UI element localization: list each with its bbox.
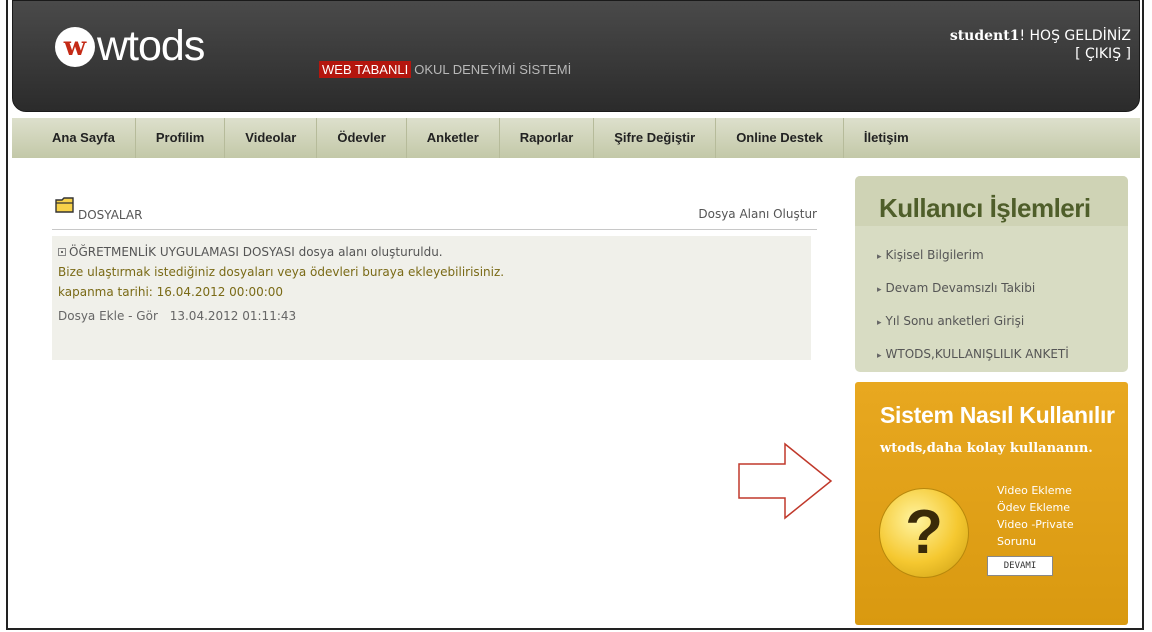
welcome-message: student1! HOŞ GELDİNİZ [950, 27, 1131, 45]
create-file-area-link[interactable]: Dosya Alanı Oluştur [698, 207, 817, 221]
file-entry-title: ÖĞRETMENLİK UYGULAMASI DOSYASI dosya ala… [69, 245, 443, 259]
user-op-usability-survey[interactable]: WTODS,KULLANIŞLILIK ANKETİ [877, 339, 1069, 372]
welcome-text: ! HOŞ GELDİNİZ [1019, 28, 1131, 44]
site-logo[interactable]: w wtods [55, 22, 205, 70]
question-mark-glyph: ? [905, 498, 943, 567]
tagline-rest: OKUL DENEYİMİ SİSTEMİ [414, 62, 572, 77]
logo-mark-icon: w [55, 26, 95, 67]
site-header: w wtods WEB TABANLI OKUL DENEYİMİ SİSTEMİ… [12, 0, 1140, 112]
nav-item-ana-sayfa[interactable]: Ana Sayfa [12, 118, 136, 158]
question-mark-icon: ? [879, 488, 969, 578]
nav-item-sifre-degistir[interactable]: Şifre Değiştir [594, 118, 717, 158]
help-link-video-ekleme[interactable]: Video Ekleme [997, 482, 1074, 499]
logo-text: wtods [97, 22, 205, 70]
nav-item-online-destek[interactable]: Online Destek [716, 118, 844, 158]
username: student1 [949, 28, 1020, 44]
file-entry-title-line: ÖĞRETMENLİK UYGULAMASI DOSYASI dosya ala… [58, 242, 811, 262]
file-entry-description: Bize ulaştırmak istediğiniz dosyaları ve… [58, 265, 505, 279]
tagline-highlight: WEB TABANLI [319, 61, 412, 78]
files-title: DOSYALAR [78, 208, 143, 222]
more-button[interactable]: DEVAMI [987, 556, 1053, 576]
help-links: Video Ekleme Ödev Ekleme Video -Private … [997, 482, 1074, 550]
user-op-year-end-surveys[interactable]: Yıl Sonu anketleri Girişi [877, 306, 1069, 339]
folder-icon [55, 197, 74, 213]
user-operations-title: Kullanıcı İşlemleri [879, 193, 1091, 223]
file-entry-deadline: kapanma tarihi: 16.04.2012 00:00:00 [58, 285, 284, 299]
help-subtitle: wtods,daha kolay kullananın. [880, 441, 1093, 456]
help-link-video-private[interactable]: Video -Private [997, 516, 1074, 533]
site-tagline: WEB TABANLI OKUL DENEYİMİ SİSTEMİ [319, 61, 572, 78]
nav-item-profilim[interactable]: Profilim [136, 118, 226, 158]
user-operations-panel: Kullanıcı İşlemleri Kişisel Bilgilerim D… [855, 176, 1128, 372]
help-link-sorunu[interactable]: Sorunu [997, 533, 1074, 550]
nav-item-anketler[interactable]: Anketler [407, 118, 500, 158]
file-entry: ÖĞRETMENLİK UYGULAMASI DOSYASI dosya ala… [52, 236, 811, 360]
user-operations-list: Kişisel Bilgilerim Devam Devamsızlı Taki… [877, 240, 1069, 372]
logout-link[interactable]: [ ÇIKIŞ ] [1075, 46, 1131, 62]
logo-mark-letter: w [63, 31, 87, 62]
bullet-icon [58, 248, 66, 256]
right-arrow-icon [738, 442, 833, 520]
help-panel: Sistem Nasıl Kullanılır wtods,daha kolay… [855, 382, 1128, 625]
help-title: Sistem Nasıl Kullanılır [880, 402, 1115, 428]
add-view-file-link[interactable]: Dosya Ekle - Gör [58, 309, 158, 323]
file-entry-actions: Dosya Ekle - Gör 13.04.2012 01:11:43 [58, 306, 811, 326]
user-op-personal-info[interactable]: Kişisel Bilgilerim [877, 240, 1069, 273]
nav-item-videolar[interactable]: Videolar [225, 118, 318, 158]
nav-item-raporlar[interactable]: Raporlar [500, 118, 595, 158]
nav-item-iletisim[interactable]: İletişim [844, 118, 929, 158]
help-link-odev-ekleme[interactable]: Ödev Ekleme [997, 499, 1074, 516]
main-nav: Ana Sayfa Profilim Videolar Ödevler Anke… [12, 118, 1140, 158]
nav-item-odevler[interactable]: Ödevler [317, 118, 407, 158]
user-op-attendance[interactable]: Devam Devamsızlı Takibi [877, 273, 1069, 306]
file-entry-timestamp: 13.04.2012 01:11:43 [169, 309, 297, 323]
welcome-block: student1! HOŞ GELDİNİZ [ ÇIKIŞ ] [950, 27, 1131, 63]
files-header: DOSYALAR Dosya Alanı Oluştur [52, 196, 817, 230]
